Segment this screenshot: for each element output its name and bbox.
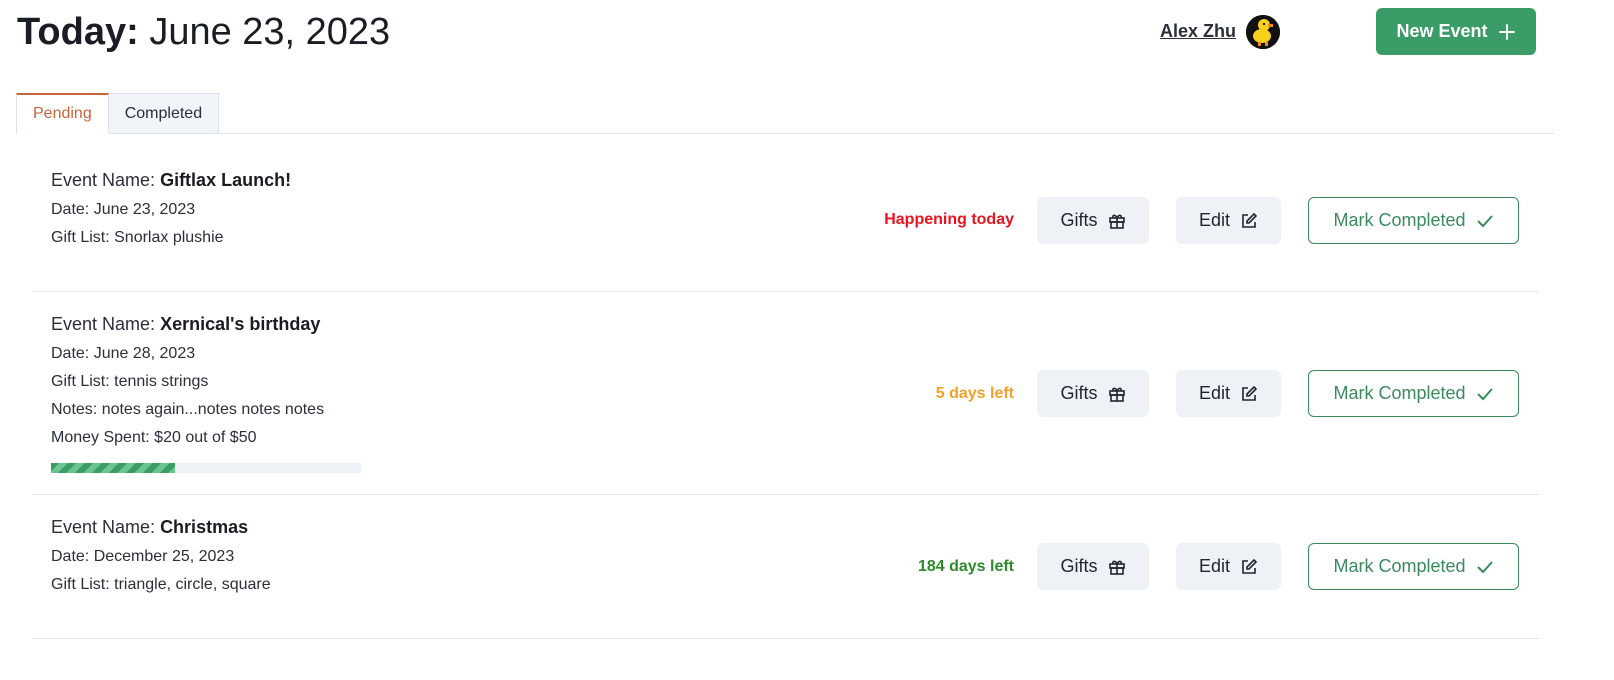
event-info: Event Name: Christmas Date: December 25,…	[51, 517, 271, 594]
money-progress-fill	[51, 463, 175, 473]
gifts-label: Gifts	[1060, 383, 1098, 403]
event-date: Date: June 28, 2023	[51, 345, 196, 362]
edit-icon	[1242, 558, 1258, 574]
check-icon	[1476, 560, 1493, 573]
event-status: 5 days left	[935, 385, 1014, 402]
event-money-spent: Money Spent: $20 out of $50	[51, 429, 257, 446]
tabs-divider	[16, 133, 1554, 134]
edit-button[interactable]: Edit	[1176, 543, 1281, 590]
gifts-label: Gifts	[1060, 210, 1098, 230]
event-name: Event Name: Christmas	[51, 517, 271, 538]
event-gift-list: Gift List: tennis strings	[51, 373, 209, 390]
new-event-button[interactable]: New Event	[1376, 8, 1536, 55]
avatar[interactable]	[1246, 15, 1280, 49]
event-gift-list: Gift List: Snorlax plushie	[51, 229, 224, 246]
event-row: Event Name: Christmas Date: December 25,…	[32, 495, 1539, 639]
event-name-label: Event Name:	[51, 314, 156, 334]
mark-completed-label: Mark Completed	[1333, 210, 1466, 230]
title-label: Today:	[17, 11, 139, 53]
gifts-button[interactable]: Gifts	[1037, 197, 1149, 244]
mark-completed-button[interactable]: Mark Completed	[1308, 543, 1519, 590]
plus-icon	[1498, 23, 1515, 40]
event-name-value: Giftlax Launch!	[160, 170, 292, 190]
mark-completed-button[interactable]: Mark Completed	[1308, 370, 1519, 417]
edit-label: Edit	[1198, 556, 1231, 576]
event-name: Event Name: Giftlax Launch!	[51, 170, 291, 191]
mark-completed-button[interactable]: Mark Completed	[1308, 197, 1519, 244]
avatar-duck-icon	[1246, 15, 1280, 49]
money-progress-bar	[51, 463, 361, 473]
page-header: Today: June 23, 2023 Alex Zhu New Event	[0, 0, 1614, 80]
page-title: Today: June 23, 2023	[17, 10, 390, 54]
event-info: Event Name: Giftlax Launch! Date: June 2…	[51, 170, 291, 247]
gift-icon	[1108, 387, 1125, 402]
title-date: June 23, 2023	[149, 11, 391, 53]
edit-icon	[1242, 385, 1258, 401]
event-status: Happening today	[884, 211, 1014, 228]
gift-icon	[1108, 214, 1125, 229]
event-date: Date: June 23, 2023	[51, 201, 196, 218]
gifts-label: Gifts	[1060, 556, 1098, 576]
user-name-link[interactable]: Alex Zhu	[1160, 21, 1236, 42]
event-name-label: Event Name:	[51, 170, 156, 190]
event-row: Event Name: Giftlax Launch! Date: June 2…	[32, 145, 1539, 292]
new-event-label: New Event	[1396, 21, 1488, 41]
event-gift-list: Gift List: triangle, circle, square	[51, 576, 271, 593]
gift-icon	[1108, 560, 1125, 575]
event-name-value: Christmas	[160, 517, 249, 537]
event-status: 184 days left	[917, 558, 1014, 575]
event-notes: Notes: notes again...notes notes notes	[51, 401, 325, 418]
edit-button[interactable]: Edit	[1176, 197, 1281, 244]
gifts-button[interactable]: Gifts	[1037, 370, 1149, 417]
event-name-label: Event Name:	[51, 517, 156, 537]
check-icon	[1476, 387, 1493, 400]
mark-completed-label: Mark Completed	[1333, 556, 1466, 576]
edit-button[interactable]: Edit	[1176, 370, 1281, 417]
event-name: Event Name: Xernical's birthday	[51, 314, 324, 335]
edit-icon	[1242, 212, 1258, 228]
gifts-button[interactable]: Gifts	[1037, 543, 1149, 590]
check-icon	[1476, 214, 1493, 227]
event-date: Date: December 25, 2023	[51, 548, 235, 565]
event-info: Event Name: Xernical's birthday Date: Ju…	[51, 314, 324, 447]
event-row: Event Name: Xernical's birthday Date: Ju…	[32, 292, 1539, 495]
mark-completed-label: Mark Completed	[1333, 383, 1466, 403]
edit-label: Edit	[1198, 383, 1231, 403]
edit-label: Edit	[1198, 210, 1231, 230]
event-name-value: Xernical's birthday	[160, 314, 321, 334]
tab-completed[interactable]: Completed	[108, 93, 220, 134]
tab-bar: Pending Completed	[16, 93, 220, 134]
tab-pending[interactable]: Pending	[16, 93, 109, 134]
